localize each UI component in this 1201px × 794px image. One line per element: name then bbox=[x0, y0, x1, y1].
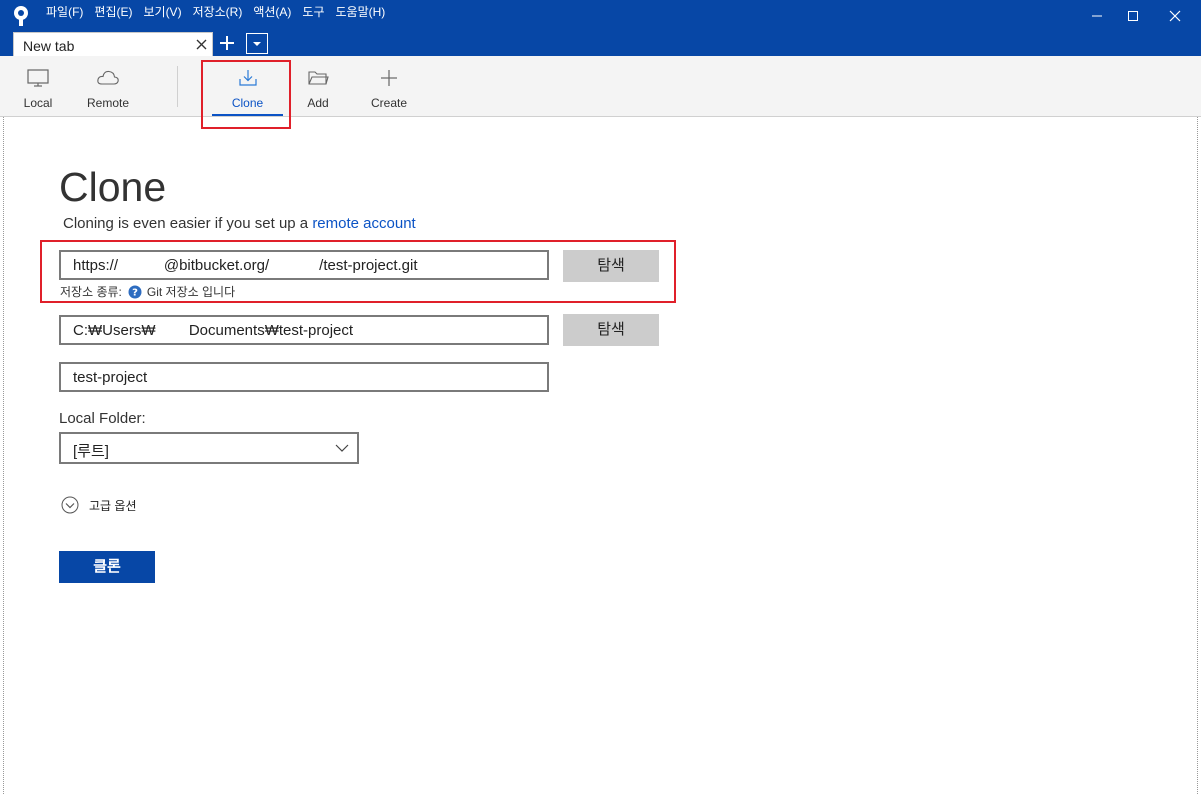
repo-type-value: Git 저장소 입니다 bbox=[146, 285, 236, 299]
sourcetree-logo-icon bbox=[14, 6, 28, 26]
menu-help[interactable]: 도움말(H) bbox=[336, 5, 386, 19]
tab-new[interactable]: New tab bbox=[13, 32, 213, 57]
menu-tools[interactable]: 도구 bbox=[302, 5, 324, 19]
toolbar: Local Remote Clone Add Create bbox=[0, 56, 1201, 117]
active-tab-indicator bbox=[212, 114, 283, 116]
toolbar-clone[interactable]: Clone bbox=[212, 56, 283, 114]
toolbar-create-label: Create bbox=[370, 96, 408, 110]
browse-source-button[interactable]: 탐색 bbox=[563, 250, 659, 282]
toolbar-clone-label: Clone bbox=[231, 96, 264, 110]
svg-text:?: ? bbox=[132, 287, 138, 298]
toolbar-create[interactable]: Create bbox=[362, 56, 416, 114]
minimize-icon bbox=[1092, 15, 1102, 17]
question-circle-icon: ? bbox=[128, 285, 142, 298]
chevron-down-circle-icon bbox=[61, 496, 79, 514]
page-title: Clone bbox=[59, 164, 167, 210]
plus-icon bbox=[381, 70, 397, 86]
local-folder-select[interactable]: [루트] bbox=[59, 432, 359, 464]
cloud-icon bbox=[97, 70, 119, 85]
chevron-down-icon bbox=[335, 444, 349, 452]
source-url-input[interactable]: https:// @bitbucket.org/ /test-project.g… bbox=[59, 250, 549, 280]
local-folder-label: Local Folder: bbox=[59, 410, 146, 427]
window-close-button[interactable] bbox=[1160, 2, 1190, 28]
toolbar-remote[interactable]: Remote bbox=[80, 56, 136, 114]
menu-edit[interactable]: 편집(E) bbox=[94, 5, 132, 19]
maximize-icon bbox=[1128, 11, 1138, 21]
subtitle: Cloning is even easier if you set up a r… bbox=[63, 215, 416, 232]
tab-label: New tab bbox=[23, 38, 75, 54]
toolbar-divider bbox=[177, 66, 178, 107]
destination-path-input[interactable]: C:₩Users₩ Documents₩test-project bbox=[59, 315, 549, 345]
folder-icon bbox=[308, 71, 329, 85]
maximize-button[interactable] bbox=[1118, 2, 1148, 28]
plus-icon[interactable] bbox=[218, 34, 236, 52]
toolbar-remote-label: Remote bbox=[86, 96, 130, 110]
chevron-down-icon bbox=[253, 42, 261, 46]
repo-type-info: 저장소 종류: ? Git 저장소 입니다 bbox=[60, 283, 235, 300]
download-icon bbox=[238, 70, 257, 86]
toolbar-local-label: Local bbox=[23, 96, 53, 110]
minimize-button[interactable] bbox=[1082, 2, 1112, 28]
clone-button[interactable]: 클론 bbox=[59, 551, 155, 583]
title-bar: 파일(F) 편집(E) 보기(V) 저장소(R) 액션(A) 도구 도움말(H)… bbox=[0, 0, 1201, 57]
advanced-options-toggle[interactable]: 고급 옵션 bbox=[61, 496, 137, 514]
local-folder-value: [루트] bbox=[73, 443, 109, 460]
menu-file[interactable]: 파일(F) bbox=[46, 5, 83, 19]
close-icon[interactable] bbox=[195, 38, 208, 51]
toolbar-add-label: Add bbox=[307, 96, 329, 110]
menu-view[interactable]: 보기(V) bbox=[143, 5, 181, 19]
name-input[interactable]: test-project bbox=[59, 362, 549, 392]
toolbar-local[interactable]: Local bbox=[14, 56, 62, 114]
menu-bar: 파일(F) 편집(E) 보기(V) 저장소(R) 액션(A) 도구 도움말(H) bbox=[46, 5, 396, 19]
menu-actions[interactable]: 액션(A) bbox=[253, 5, 291, 19]
close-icon bbox=[1169, 10, 1181, 22]
toolbar-add[interactable]: Add bbox=[296, 56, 340, 114]
repo-type-label: 저장소 종류: bbox=[60, 285, 122, 299]
remote-account-link[interactable]: remote account bbox=[312, 215, 415, 232]
menu-repository[interactable]: 저장소(R) bbox=[193, 5, 243, 19]
subtitle-text: Cloning is even easier if you set up a bbox=[63, 215, 313, 232]
advanced-options-label: 고급 옵션 bbox=[89, 498, 137, 513]
monitor-icon bbox=[27, 69, 49, 87]
browse-destination-button[interactable]: 탐색 bbox=[563, 314, 659, 346]
tab-menu-button[interactable] bbox=[246, 33, 268, 54]
